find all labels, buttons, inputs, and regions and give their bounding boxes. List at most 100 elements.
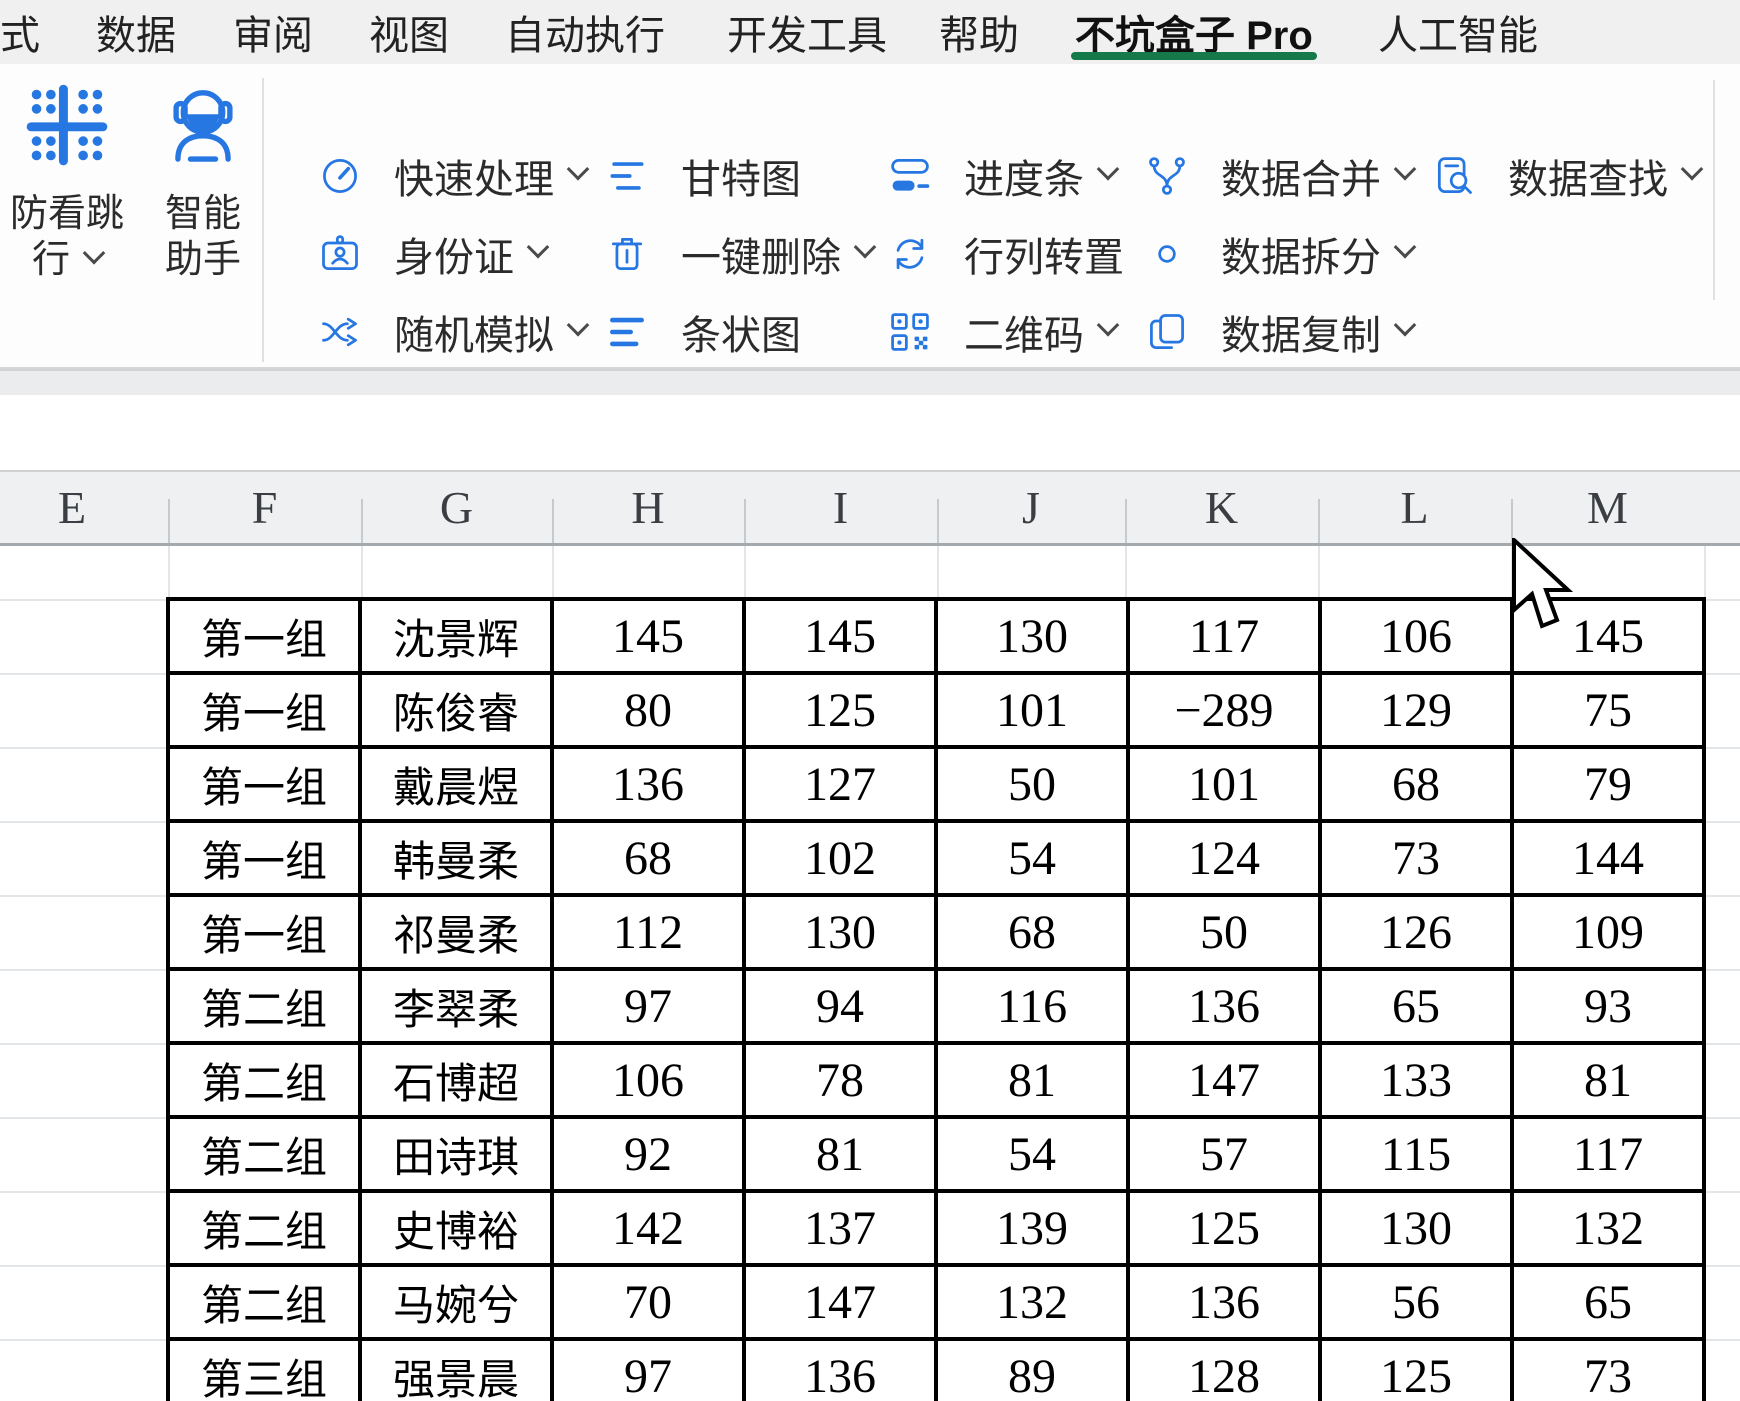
cell-K1[interactable]: 117 [1128,599,1320,673]
menu-tab-8[interactable]: 不坑盒子 Pro [1071,0,1317,64]
cell-H1[interactable]: 145 [552,599,744,673]
column-header-J[interactable]: J [1022,472,1040,543]
cell-L4[interactable]: 73 [1320,821,1512,895]
cell-J3[interactable]: 50 [936,747,1128,821]
ribbon-button-gantt[interactable]: 甘特图 [605,144,801,208]
column-separator[interactable] [937,499,939,543]
ribbon-button-copy[interactable]: 数据复制 [1145,300,1417,364]
cell-J8[interactable]: 54 [936,1117,1128,1191]
cell-M7[interactable]: 81 [1512,1043,1704,1117]
cell-M6[interactable]: 93 [1512,969,1704,1043]
cell-I9[interactable]: 137 [744,1191,936,1265]
cell-G8[interactable]: 田诗琪 [360,1117,552,1191]
menu-tab-9[interactable]: 人工智能 [1378,0,1538,64]
column-separator[interactable] [552,499,554,543]
cell-M4[interactable]: 144 [1512,821,1704,895]
cell-G4[interactable]: 韩曼柔 [360,821,552,895]
cell-J7[interactable]: 81 [936,1043,1128,1117]
cell-G11[interactable]: 强景晨 [360,1339,552,1401]
column-separator[interactable] [1318,499,1320,543]
cell-J11[interactable]: 89 [936,1339,1128,1401]
cell-F3[interactable]: 第一组 [168,747,360,821]
cell-F2[interactable]: 第一组 [168,673,360,747]
cell-H7[interactable]: 106 [552,1043,744,1117]
column-separator[interactable] [168,499,170,543]
cell-M2[interactable]: 75 [1512,673,1704,747]
cell-K3[interactable]: 101 [1128,747,1320,821]
cell-L2[interactable]: 129 [1320,673,1512,747]
cell-F10[interactable]: 第二组 [168,1265,360,1339]
cell-I4[interactable]: 102 [744,821,936,895]
column-header-H[interactable]: H [631,472,664,543]
cell-K11[interactable]: 128 [1128,1339,1320,1401]
cell-G1[interactable]: 沈景辉 [360,599,552,673]
cell-L9[interactable]: 130 [1320,1191,1512,1265]
cell-G7[interactable]: 石博超 [360,1043,552,1117]
cell-H10[interactable]: 70 [552,1265,744,1339]
ribbon-button-search-doc[interactable]: 数据查找 [1432,144,1704,208]
cell-I8[interactable]: 81 [744,1117,936,1191]
cell-K5[interactable]: 50 [1128,895,1320,969]
column-separator[interactable] [1125,499,1127,543]
cell-K10[interactable]: 136 [1128,1265,1320,1339]
cell-F11[interactable]: 第三组 [168,1339,360,1401]
cell-F9[interactable]: 第二组 [168,1191,360,1265]
cell-L5[interactable]: 126 [1320,895,1512,969]
cell-J9[interactable]: 139 [936,1191,1128,1265]
cell-H2[interactable]: 80 [552,673,744,747]
ribbon-button-split[interactable]: 数据拆分 [1145,222,1417,286]
cell-F8[interactable]: 第二组 [168,1117,360,1191]
cell-M3[interactable]: 79 [1512,747,1704,821]
cell-M10[interactable]: 65 [1512,1265,1704,1339]
cell-K2[interactable]: −289 [1128,673,1320,747]
cell-L11[interactable]: 125 [1320,1339,1512,1401]
cell-G3[interactable]: 戴晨煜 [360,747,552,821]
column-header-row[interactable]: E F G H I J K L M [0,470,1740,546]
ribbon-big-button-assistant[interactable]: 智能 助手 [138,82,268,292]
cell-J4[interactable]: 54 [936,821,1128,895]
column-separator[interactable] [1511,499,1513,543]
cell-F6[interactable]: 第二组 [168,969,360,1043]
ribbon-button-transpose[interactable]: 行列转置 [888,222,1124,286]
cell-K7[interactable]: 147 [1128,1043,1320,1117]
cell-J6[interactable]: 116 [936,969,1128,1043]
cell-L10[interactable]: 56 [1320,1265,1512,1339]
cell-K9[interactable]: 125 [1128,1191,1320,1265]
cell-H5[interactable]: 112 [552,895,744,969]
cell-L6[interactable]: 65 [1320,969,1512,1043]
column-separator[interactable] [744,499,746,543]
column-header-L[interactable]: L [1400,472,1428,543]
column-header-G[interactable]: G [440,472,473,543]
menu-tab-7[interactable]: 帮助 [939,0,1019,64]
cell-I10[interactable]: 147 [744,1265,936,1339]
cell-H4[interactable]: 68 [552,821,744,895]
ribbon-button-qr-code[interactable]: 二维码 [888,300,1120,364]
cell-G5[interactable]: 祁曼柔 [360,895,552,969]
cell-J5[interactable]: 68 [936,895,1128,969]
column-header-F[interactable]: F [252,472,278,543]
ribbon-button-bar-chart[interactable]: 条状图 [605,300,801,364]
cell-F1[interactable]: 第一组 [168,599,360,673]
ribbon-button-speedometer[interactable]: 快速处理 [318,144,590,208]
cell-I2[interactable]: 125 [744,673,936,747]
cell-J10[interactable]: 132 [936,1265,1128,1339]
ribbon-button-progress-bar[interactable]: 进度条 [888,144,1120,208]
cell-M9[interactable]: 132 [1512,1191,1704,1265]
cell-H9[interactable]: 142 [552,1191,744,1265]
cell-I7[interactable]: 78 [744,1043,936,1117]
column-separator[interactable] [361,499,363,543]
ribbon-button-id-card[interactable]: 身份证 [318,222,550,286]
cell-F5[interactable]: 第一组 [168,895,360,969]
column-header-M[interactable]: M [1587,472,1628,543]
cell-I6[interactable]: 94 [744,969,936,1043]
cell-I3[interactable]: 127 [744,747,936,821]
cell-G10[interactable]: 马婉兮 [360,1265,552,1339]
cell-F7[interactable]: 第二组 [168,1043,360,1117]
cell-M11[interactable]: 73 [1512,1339,1704,1401]
column-header-I[interactable]: I [833,472,848,543]
cell-H8[interactable]: 92 [552,1117,744,1191]
cell-M5[interactable]: 109 [1512,895,1704,969]
cell-L8[interactable]: 115 [1320,1117,1512,1191]
cell-K4[interactable]: 124 [1128,821,1320,895]
cell-I1[interactable]: 145 [744,599,936,673]
